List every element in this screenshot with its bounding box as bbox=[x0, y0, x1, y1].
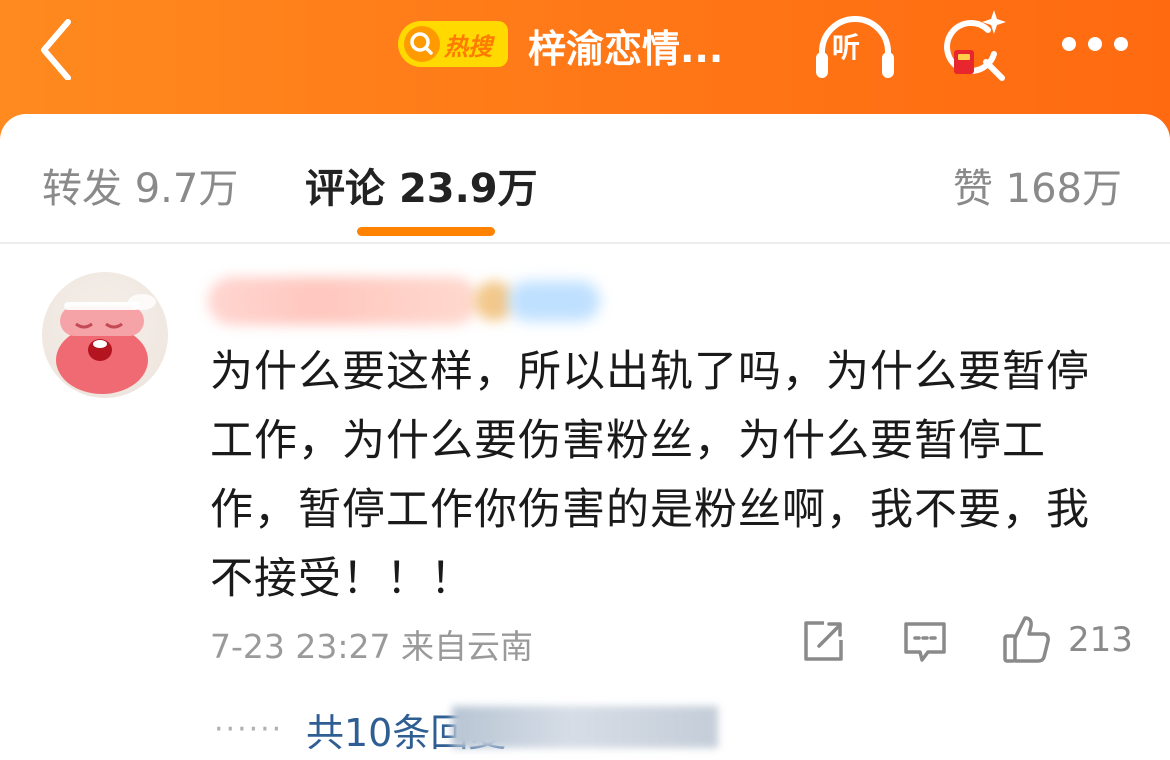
chevron-left-icon bbox=[41, 19, 71, 81]
search-button[interactable] bbox=[936, 8, 1012, 84]
replies-blurred bbox=[452, 706, 718, 748]
page-title[interactable]: 梓渝恋情... bbox=[528, 18, 723, 73]
reply-button[interactable] bbox=[902, 620, 948, 664]
repost-icon bbox=[804, 621, 843, 661]
like-count[interactable]: 213 bbox=[1068, 620, 1133, 660]
tab-comment-count: 23.9万 bbox=[398, 166, 538, 212]
more-dot-icon bbox=[1088, 37, 1102, 51]
search-circle-icon bbox=[404, 26, 440, 62]
listen-label: 听 bbox=[832, 31, 861, 64]
hot-search-badge[interactable]: 热搜 bbox=[398, 21, 508, 67]
more-dot-icon bbox=[1114, 37, 1128, 51]
tab-repost-count: 9.7万 bbox=[134, 166, 239, 212]
user-tag-blurred bbox=[508, 281, 600, 321]
search-sparkle-icon bbox=[944, 10, 1006, 81]
more-dot-icon bbox=[1062, 37, 1076, 51]
tab-like-label: 赞 bbox=[952, 166, 993, 212]
tab-repost[interactable]: 转发 9.7万 bbox=[42, 156, 238, 214]
tab-divider bbox=[0, 242, 1170, 244]
tab-like[interactable]: 赞 168万 bbox=[953, 156, 1122, 214]
tab-comment-label: 评论 bbox=[305, 166, 385, 212]
back-button[interactable] bbox=[30, 10, 90, 81]
tab-like-count: 168万 bbox=[1005, 166, 1122, 212]
tab-repost-label: 转发 bbox=[42, 166, 122, 212]
replies-divider: ······ bbox=[214, 712, 284, 747]
active-tab-indicator bbox=[357, 227, 495, 236]
comment-text: 为什么要这样，所以出轨了吗，为什么要暂停工作，为什么要伤害粉丝，为什么要暂停工作… bbox=[210, 347, 1090, 604]
hot-search-label: 热搜 bbox=[444, 33, 492, 61]
reply-icon bbox=[904, 622, 946, 662]
like-button[interactable] bbox=[1002, 614, 1052, 664]
more-button[interactable] bbox=[1058, 30, 1132, 60]
comment-time: 7-23 23:27 bbox=[210, 627, 391, 666]
comment-location: 来自云南 bbox=[401, 627, 533, 666]
avatar-image-icon bbox=[56, 294, 156, 394]
avatar[interactable] bbox=[42, 272, 168, 398]
username-blurred[interactable] bbox=[208, 277, 478, 325]
repost-button[interactable] bbox=[800, 618, 846, 664]
thumbs-up-icon bbox=[1003, 616, 1050, 663]
tab-comment[interactable]: 评论 23.9万 bbox=[305, 156, 538, 214]
comment-meta: 7-23 23:27 来自云南 bbox=[210, 620, 533, 668]
